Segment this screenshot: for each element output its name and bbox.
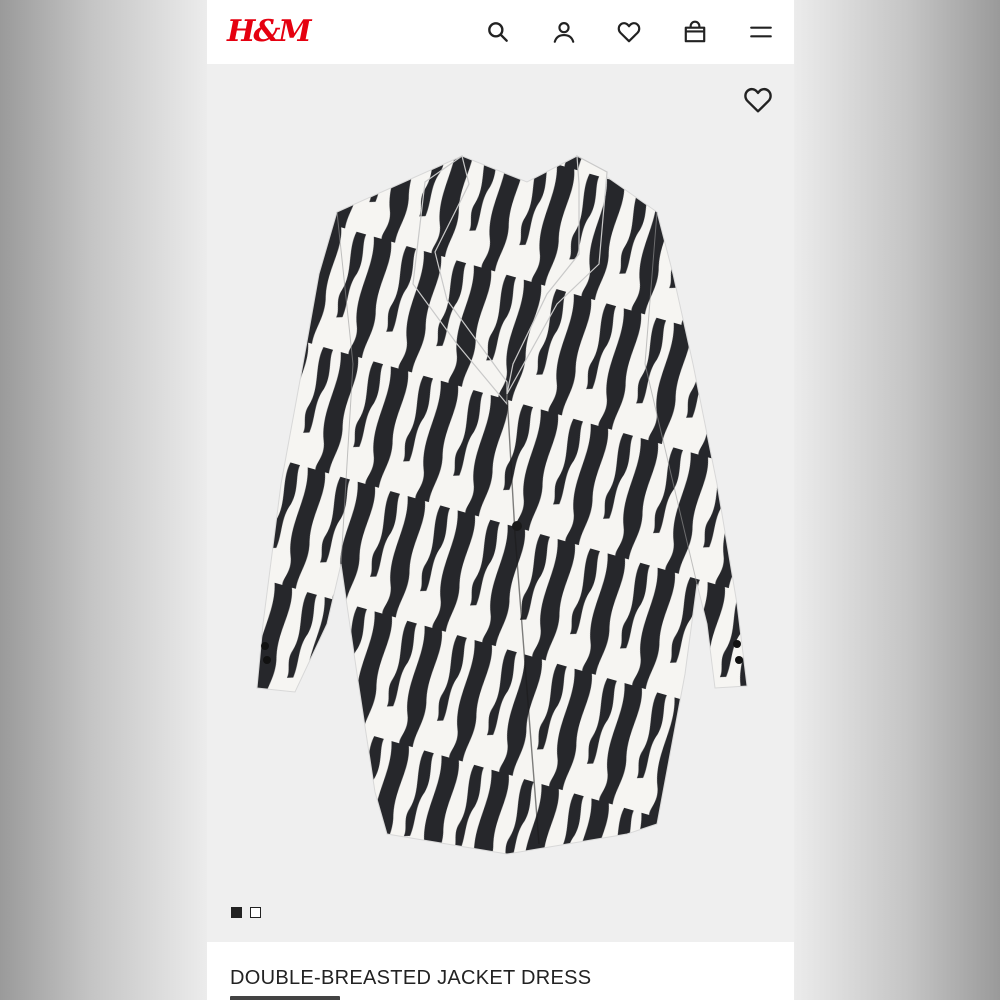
gallery-dot-1[interactable] bbox=[231, 907, 242, 918]
shopping-bag-icon bbox=[684, 20, 706, 43]
product-info: DOUBLE-BREASTED JACKET DRESS bbox=[207, 942, 794, 1000]
add-to-favorites-button[interactable] bbox=[738, 80, 778, 120]
favorites-button[interactable] bbox=[611, 14, 647, 50]
brand-logo[interactable]: H&M bbox=[227, 8, 312, 56]
search-icon bbox=[488, 22, 508, 42]
favorites-icon bbox=[617, 22, 641, 43]
product-image-gallery[interactable] bbox=[207, 64, 794, 942]
search-button[interactable] bbox=[480, 14, 516, 50]
zebra-print-dress-image bbox=[256, 154, 748, 855]
gallery-pagination bbox=[231, 907, 261, 918]
heart-icon bbox=[744, 87, 772, 113]
menu-icon bbox=[750, 26, 772, 38]
product-title: DOUBLE-BREASTED JACKET DRESS bbox=[230, 967, 592, 989]
product-price-cropped bbox=[230, 996, 340, 1000]
mobile-viewport: H&M DOUBLE-BREASTED JACKET DRESS bbox=[207, 0, 794, 1000]
account-icon bbox=[553, 22, 575, 43]
gallery-dot-2[interactable] bbox=[250, 907, 261, 918]
account-button[interactable] bbox=[546, 14, 582, 50]
site-header: H&M bbox=[207, 0, 794, 64]
menu-button[interactable] bbox=[743, 14, 779, 50]
shopping-bag-button[interactable] bbox=[677, 14, 713, 50]
